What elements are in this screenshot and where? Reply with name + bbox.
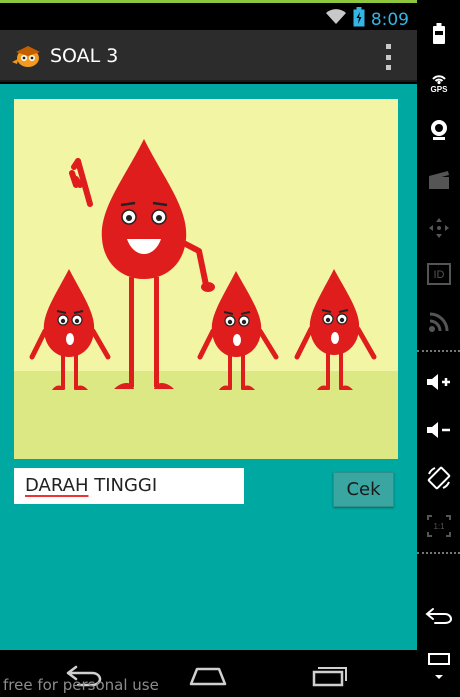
- emulator-screen: 8:09 SOAL 3 DARAH TINGGI Cek free for pe…: [0, 0, 460, 697]
- clapperboard-icon[interactable]: [417, 158, 460, 202]
- check-button[interactable]: Cek: [333, 472, 394, 507]
- overflow-dot: [385, 44, 391, 49]
- blood-drop-characters-illustration: [14, 99, 398, 459]
- menu-icon[interactable]: [417, 644, 460, 688]
- back-icon[interactable]: [417, 594, 460, 638]
- recent-apps-icon[interactable]: [305, 658, 353, 692]
- camera-icon[interactable]: [417, 108, 460, 152]
- home-icon[interactable]: [184, 658, 232, 692]
- panel-separator: [417, 350, 460, 352]
- dpad-icon[interactable]: [417, 206, 460, 250]
- question-content: DARAH TINGGI Cek: [0, 84, 417, 650]
- id-icon[interactable]: ID: [417, 252, 460, 296]
- panel-separator: [417, 552, 460, 554]
- gps-icon[interactable]: GPS: [417, 60, 460, 104]
- status-bar: 8:09: [0, 0, 417, 30]
- phone-screen: 8:09 SOAL 3 DARAH TINGGI Cek free for pe…: [0, 0, 417, 697]
- scale-icon[interactable]: 1:1: [417, 504, 460, 548]
- app-title: SOAL 3: [50, 45, 119, 67]
- status-time: 8:09: [370, 9, 409, 30]
- answer-rest: TINGGI: [88, 475, 158, 496]
- volume-down-icon[interactable]: [417, 408, 460, 452]
- overflow-dot: [385, 54, 391, 60]
- overflow-menu-icon[interactable]: [383, 44, 393, 70]
- wifi-icon: [325, 9, 347, 30]
- battery-icon: [353, 7, 365, 32]
- answer-field[interactable]: DARAH TINGGI: [14, 468, 244, 504]
- emulator-side-panel: GPS ID 1:1: [417, 0, 460, 697]
- overflow-dot: [385, 65, 391, 70]
- action-bar: SOAL 3: [0, 30, 417, 82]
- answer-misspelled-word: DARAH: [25, 475, 89, 496]
- id-label: ID: [433, 269, 444, 281]
- app-logo-icon: [11, 44, 43, 68]
- gps-label: GPS: [430, 85, 448, 93]
- battery-icon[interactable]: [417, 12, 460, 56]
- status-icons: 8:09: [325, 7, 409, 32]
- scale-label: 1:1: [433, 522, 445, 531]
- watermark: free for personal use: [3, 676, 159, 694]
- question-image: [14, 99, 398, 459]
- rotate-icon[interactable]: [417, 456, 460, 500]
- rss-icon[interactable]: [417, 300, 460, 344]
- volume-up-icon[interactable]: [417, 360, 460, 404]
